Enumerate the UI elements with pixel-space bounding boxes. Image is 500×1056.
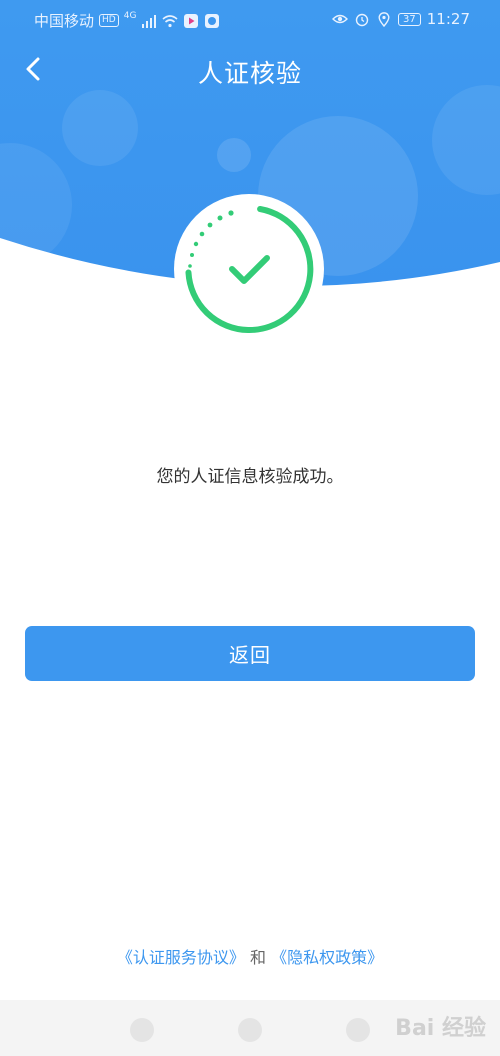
status-right: 37 11:27	[332, 10, 470, 28]
watermark-logo: Bai 经验	[395, 1016, 486, 1041]
check-circle-icon	[174, 194, 324, 344]
signal-icon	[142, 14, 157, 28]
wifi-icon	[162, 14, 178, 27]
network-type: 4G	[123, 10, 137, 21]
privacy-policy-link[interactable]: 《隐私权政策》	[271, 948, 383, 967]
nav-bar: 人证核验	[0, 46, 500, 96]
page-title: 人证核验	[197, 59, 302, 88]
bottom-strip: Bai 经验	[0, 1000, 500, 1056]
blurred-icon	[346, 1018, 370, 1042]
service-agreement-link[interactable]: 《认证服务协议》	[117, 948, 245, 967]
battery-icon: 37	[398, 12, 421, 26]
status-left: 中国移动 HD 4G	[34, 10, 220, 31]
success-indicator	[173, 193, 325, 345]
carrier-name: 中国移动	[34, 12, 95, 30]
alarm-icon	[355, 13, 369, 27]
clock-time: 11:27	[426, 10, 470, 28]
blurred-icon	[130, 1018, 154, 1042]
footer-conjunction: 和	[249, 948, 266, 967]
status-bar: 中国移动 HD 4G 37 11:27	[0, 0, 500, 40]
blurred-icon	[238, 1018, 262, 1042]
result-message: 您的人证信息核验成功。	[156, 467, 344, 487]
baby-app-icon	[205, 13, 220, 28]
return-button-label: 返回	[229, 643, 271, 667]
return-button[interactable]: 返回	[25, 626, 475, 681]
hd-badge: HD	[99, 14, 119, 27]
footer-links: 《认证服务协议》 和 《隐私权政策》	[0, 944, 500, 968]
video-app-icon	[184, 13, 199, 28]
eye-icon	[332, 14, 349, 24]
location-icon	[378, 12, 390, 27]
